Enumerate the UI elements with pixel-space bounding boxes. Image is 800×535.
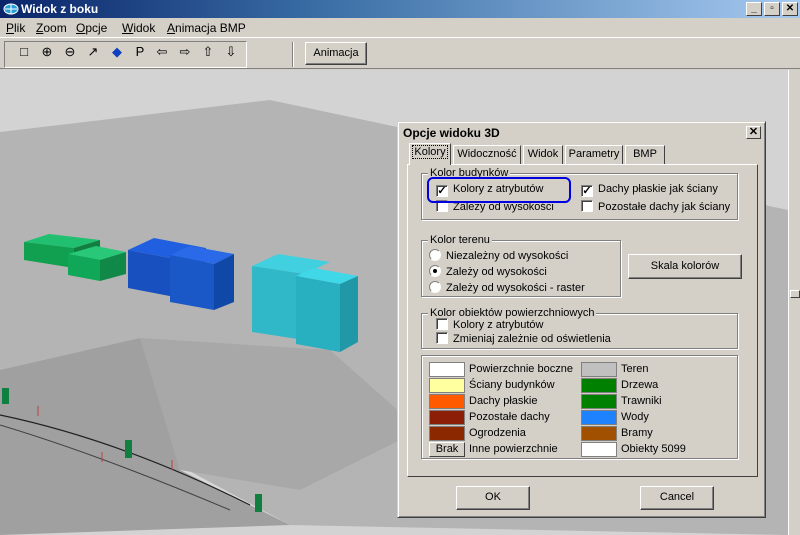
p-icon[interactable]: P (131, 43, 149, 61)
checkbox-box[interactable] (436, 318, 448, 330)
tree-3 (255, 494, 262, 512)
arrow-icon[interactable]: ↗ (84, 43, 102, 61)
legend-label: Powierzchnie boczne (469, 363, 573, 375)
radio-dot[interactable] (429, 249, 441, 261)
ok-button[interactable]: OK (456, 486, 530, 510)
legend-label: Trawniki (621, 395, 662, 407)
close-button[interactable]: ✕ (782, 2, 798, 16)
zoom-out-icon[interactable]: ⊖ (61, 43, 79, 61)
checkbox-box[interactable] (436, 332, 448, 344)
legend-label: Bramy (621, 427, 653, 439)
legend-swatch[interactable] (429, 426, 465, 441)
scrollbar-thumb[interactable] (790, 290, 800, 298)
radio-zalezy[interactable]: Zależy od wysokości (429, 265, 547, 279)
radio-zalezy-raster[interactable]: Zależy od wysokości - raster (429, 281, 585, 295)
left-arrow-icon[interactable]: ⇦ (153, 43, 171, 61)
legend-swatch[interactable] (581, 378, 617, 393)
radio-niezalezny[interactable]: Niezależny od wysokości (429, 249, 568, 263)
checkbox-zmieniaj[interactable]: Zmieniaj zależnie od oświetlenia (436, 332, 611, 346)
menu-widok[interactable]: Widok (122, 21, 155, 35)
legend-swatch[interactable] (581, 426, 617, 441)
window-title: Widok z boku (21, 2, 99, 16)
legend-label: Wody (621, 411, 649, 423)
maximize-button[interactable]: ▫ (764, 2, 780, 16)
tab-parametry[interactable]: Parametry (565, 145, 623, 164)
cyan-building2-side (340, 276, 358, 352)
dialog-close-button[interactable]: ✕ (746, 126, 761, 139)
toolbar: Animacja □ ⊕ ⊖ ↗ ◆ P ⇦ ⇨ ⇧ ⇩ (0, 37, 800, 69)
window-titlebar: Widok z boku _ ▫ ✕ (0, 0, 800, 18)
blue-building2-front (170, 255, 214, 310)
tab-kolory[interactable]: Kolory (409, 143, 451, 165)
minimize-button[interactable]: _ (746, 2, 762, 16)
tree-1 (2, 388, 9, 404)
radio-dot[interactable] (429, 281, 441, 293)
animacja-button[interactable]: Animacja (305, 42, 367, 65)
legend-label: Obiekty 5099 (621, 443, 686, 455)
app-icon (3, 3, 19, 15)
group-label-kolor-terenu: Kolor terenu (428, 234, 492, 246)
legend-swatch[interactable]: Brak (429, 442, 465, 457)
menu-opcje[interactable]: Opcje (76, 21, 107, 35)
vertical-scrollbar[interactable] (788, 70, 800, 535)
legend-label: Pozostałe dachy (469, 411, 550, 423)
tree-2 (125, 440, 132, 458)
legend-swatch[interactable] (581, 410, 617, 425)
zoom-in-icon[interactable]: ⊕ (38, 43, 56, 61)
legend-label: Teren (621, 363, 649, 375)
dialog-titlebar: Opcje widoku 3D ✕ (401, 125, 762, 141)
legend-label: Inne powierzchnie (469, 443, 558, 455)
menu-animacja-bmp[interactable]: Animacja BMP (167, 21, 246, 35)
checkbox-dachy-plaskie[interactable]: ✓ Dachy płaskie jak ściany (581, 183, 718, 197)
legend-swatch[interactable] (429, 394, 465, 409)
tab-bmp[interactable]: BMP (625, 145, 665, 164)
checkbox-pozostale-dachy[interactable]: Pozostałe dachy jak ściany (581, 200, 730, 214)
dialog-title: Opcje widoku 3D (403, 126, 500, 140)
menubar: Plik Zoom Opcje Widok Animacja BMP (0, 18, 800, 37)
up-arrow-icon[interactable]: ⇧ (199, 43, 217, 61)
skala-kolorow-button[interactable]: Skala kolorów (628, 254, 742, 279)
diamond-icon[interactable]: ◆ (108, 43, 126, 61)
toolbar-separator (292, 42, 294, 67)
legend-label: Drzewa (621, 379, 659, 391)
legend-swatch[interactable] (429, 378, 465, 393)
options-dialog: Opcje widoku 3D ✕ Kolory Widoczność Wido… (397, 121, 766, 518)
right-arrow-icon[interactable]: ⇨ (176, 43, 194, 61)
menu-zoom[interactable]: Zoom (36, 21, 67, 35)
cancel-button[interactable]: Cancel (640, 486, 714, 510)
checkbox-box[interactable] (581, 200, 593, 212)
legend-label: Ogrodzenia (469, 427, 526, 439)
legend-swatch[interactable] (581, 442, 617, 457)
legend-label: Ściany budynków (469, 379, 555, 391)
legend-swatch[interactable] (581, 362, 617, 377)
tab-widok[interactable]: Widok (523, 145, 563, 164)
legend-label: Dachy płaskie (469, 395, 538, 407)
menu-plik[interactable]: Plik (6, 21, 25, 35)
highlight-annotation (427, 177, 571, 203)
legend-swatch[interactable] (429, 410, 465, 425)
checkbox-box[interactable]: ✓ (581, 185, 593, 197)
radio-dot[interactable] (429, 265, 441, 277)
legend-swatch[interactable] (581, 394, 617, 409)
select-icon[interactable]: □ (15, 43, 33, 61)
down-arrow-icon[interactable]: ⇩ (222, 43, 240, 61)
tab-widocznosc[interactable]: Widoczność (453, 145, 521, 164)
checkbox-obiekty-kolory[interactable]: Kolory z atrybutów (436, 318, 543, 332)
legend-swatch[interactable] (429, 362, 465, 377)
cyan-building2-front (296, 276, 340, 352)
